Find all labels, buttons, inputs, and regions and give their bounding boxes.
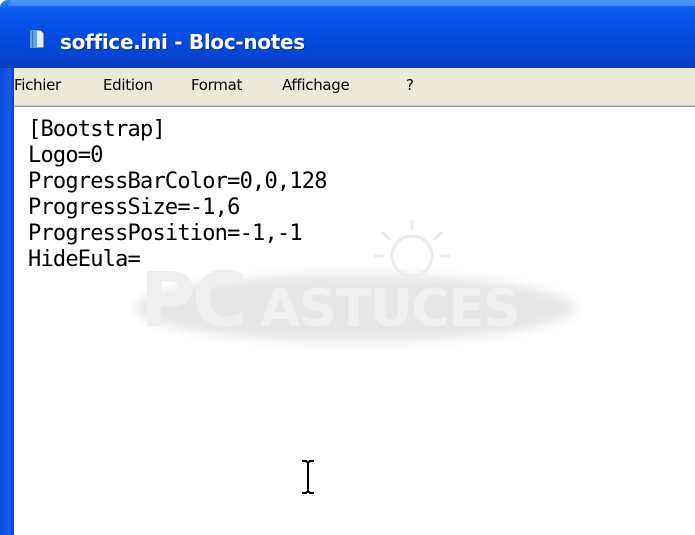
text-cursor-icon <box>302 460 314 494</box>
text-editor[interactable]: [Bootstrap] Logo=0 ProgressBarColor=0,0,… <box>14 106 695 535</box>
menu-format[interactable]: Format <box>191 76 242 94</box>
text-line: [Bootstrap] <box>28 117 166 142</box>
window-title: soffice.ini - Bloc-notes <box>60 30 305 54</box>
menu-bar: Fichier Edition Format Affichage ? <box>14 68 695 106</box>
title-bar[interactable]: soffice.ini - Bloc-notes <box>0 0 695 68</box>
window-left-border <box>0 68 14 535</box>
text-line: ProgressBarColor=0,0,128 <box>28 169 327 194</box>
notepad-icon[interactable] <box>27 28 47 50</box>
notepad-window: soffice.ini - Bloc-notes Fichier Edition… <box>0 0 695 535</box>
menu-affichage[interactable]: Affichage <box>282 76 350 94</box>
menu-help[interactable]: ? <box>406 76 414 94</box>
text-line: Logo=0 <box>28 143 103 168</box>
text-line: HideEula= <box>28 247 141 272</box>
title-bar-highlight <box>8 0 695 6</box>
menu-edition[interactable]: Edition <box>103 76 153 94</box>
menu-fichier[interactable]: Fichier <box>14 76 61 94</box>
text-line: ProgressPosition=-1,-1 <box>28 221 303 246</box>
text-line: ProgressSize=-1,6 <box>28 195 240 220</box>
